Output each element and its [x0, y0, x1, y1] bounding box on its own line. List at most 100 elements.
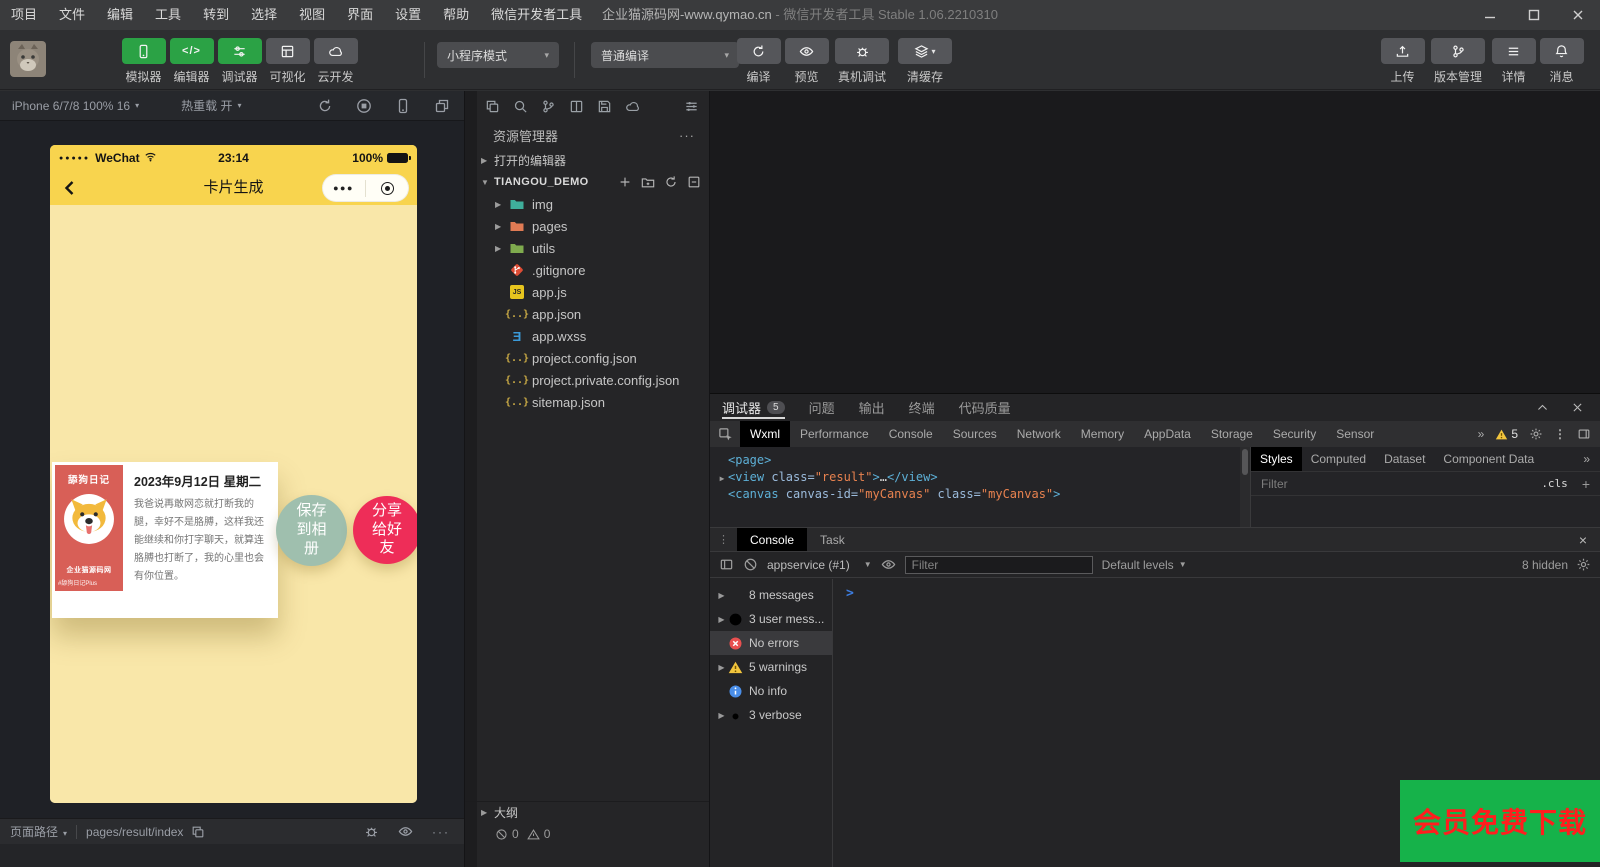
- devtools-settings-icon[interactable]: [1529, 427, 1543, 441]
- expand-arrow[interactable]: ▶: [495, 244, 509, 253]
- devtools-tab[interactable]: Sources: [943, 421, 1007, 447]
- stop-icon[interactable]: [356, 98, 372, 114]
- toolbar-right-button[interactable]: 详情: [1490, 38, 1537, 85]
- toolbar-mode-button[interactable]: 调试器: [216, 38, 263, 85]
- debugger-panel-tab[interactable]: 问题: [797, 394, 847, 421]
- share-to-friend-button[interactable]: 分享给好友: [353, 496, 417, 564]
- debugger-panel-tab[interactable]: 输出: [847, 394, 897, 421]
- warning-count-badge[interactable]: 5: [1495, 427, 1518, 441]
- outline-section[interactable]: ▶ 大纲: [465, 801, 709, 823]
- sidebar-toggle-icon[interactable]: [719, 557, 734, 572]
- console-tab[interactable]: Console: [737, 528, 808, 551]
- menu-item[interactable]: 项目: [0, 0, 48, 30]
- menu-item[interactable]: 选择: [240, 0, 288, 30]
- refresh-icon[interactable]: [664, 175, 678, 189]
- code-line[interactable]: ▶ <view class="result">…</view>: [710, 469, 1250, 486]
- collapse-panel-icon[interactable]: [1536, 401, 1549, 414]
- file-row[interactable]: ▶ img: [465, 193, 709, 215]
- menu-item[interactable]: 设置: [384, 0, 432, 30]
- devtools-tab[interactable]: Network: [1007, 421, 1071, 447]
- device-selector[interactable]: iPhone 6/7/8 100% 16 ▾: [12, 99, 139, 113]
- menu-item[interactable]: 转到: [192, 0, 240, 30]
- code-line[interactable]: <page>: [710, 452, 1250, 469]
- toolbar-action-button[interactable]: 预览: [783, 38, 830, 85]
- log-levels-select[interactable]: Default levels ▼: [1102, 558, 1187, 572]
- close-panel-icon[interactable]: [1571, 401, 1584, 414]
- multi-window-icon[interactable]: [434, 98, 450, 114]
- compile-select[interactable]: 普通编译 ▾: [591, 42, 739, 68]
- promo-banner[interactable]: 会员免费下载: [1400, 780, 1600, 862]
- console-filter-item[interactable]: No info: [710, 679, 832, 703]
- menu-item[interactable]: 工具: [144, 0, 192, 30]
- new-folder-icon[interactable]: [641, 175, 655, 189]
- pages-icon[interactable]: [485, 99, 500, 114]
- open-editors-section[interactable]: ▶ 打开的编辑器: [465, 149, 709, 171]
- copy-icon[interactable]: [191, 825, 205, 839]
- toolbar-mode-button[interactable]: </> 编辑器: [168, 38, 215, 85]
- file-row[interactable]: JS app.js: [465, 281, 709, 303]
- console-filter-item[interactable]: ▶ 8 messages: [710, 583, 832, 607]
- console-settings-icon[interactable]: [1576, 557, 1591, 572]
- search-icon[interactable]: [513, 99, 528, 114]
- debugger-panel-tab[interactable]: 终端: [897, 394, 947, 421]
- devtools-tab[interactable]: Wxml: [740, 421, 790, 447]
- bug-icon[interactable]: [364, 824, 379, 839]
- styles-tab[interactable]: Computed: [1302, 447, 1375, 471]
- clear-console-icon[interactable]: [743, 557, 758, 572]
- toolbar-mode-button[interactable]: 可视化: [264, 38, 311, 85]
- phone-icon[interactable]: [395, 98, 411, 114]
- toolbar-right-button[interactable]: 消息: [1538, 38, 1585, 85]
- save-to-album-button[interactable]: 保存到相册: [276, 495, 347, 566]
- page-path-selector[interactable]: 页面路径 ▾: [10, 823, 67, 840]
- devtools-tab[interactable]: Sensor: [1326, 421, 1384, 447]
- toolbar-mode-button[interactable]: 云开发: [312, 38, 359, 85]
- styles-filter-input[interactable]: Filter: [1261, 477, 1288, 491]
- toggle-class-button[interactable]: .cls: [1541, 477, 1568, 490]
- expand-arrow[interactable]: ▶: [716, 470, 728, 487]
- toolbar-action-button[interactable]: ▾ 清缓存: [894, 38, 956, 85]
- project-root[interactable]: ▼ TIANGOU_DEMO: [465, 171, 709, 193]
- console-filter-input[interactable]: [904, 555, 1093, 574]
- user-avatar[interactable]: [10, 41, 46, 77]
- menu-item[interactable]: 视图: [288, 0, 336, 30]
- menu-item[interactable]: 编辑: [96, 0, 144, 30]
- file-row[interactable]: ▶ utils: [465, 237, 709, 259]
- file-row[interactable]: {..} project.config.json: [465, 347, 709, 369]
- toolbar-right-button[interactable]: 版本管理: [1427, 38, 1489, 85]
- devtools-tab[interactable]: Storage: [1201, 421, 1263, 447]
- scrollbar[interactable]: [1240, 447, 1250, 527]
- cloud-icon[interactable]: [625, 99, 640, 114]
- collapse-all-icon[interactable]: [687, 175, 701, 189]
- expand-arrow[interactable]: ▶: [495, 222, 509, 231]
- menu-item[interactable]: 帮助: [432, 0, 480, 30]
- file-row[interactable]: {..} sitemap.json: [465, 391, 709, 413]
- close-button[interactable]: [1556, 0, 1600, 30]
- styles-tab[interactable]: Dataset: [1375, 447, 1434, 471]
- mode-select[interactable]: 小程序模式 ▾: [437, 42, 559, 68]
- file-row[interactable]: .gitignore: [465, 259, 709, 281]
- drag-handle-icon[interactable]: ⋮: [710, 533, 737, 546]
- maximize-button[interactable]: [1512, 0, 1556, 30]
- console-prompt[interactable]: >: [846, 586, 854, 601]
- console-filter-item[interactable]: ▶ 5 warnings: [710, 655, 832, 679]
- file-row[interactable]: {..} app.json: [465, 303, 709, 325]
- hot-reload-toggle[interactable]: 热重载 开 ▾: [181, 97, 241, 114]
- eye-icon[interactable]: [398, 824, 413, 839]
- more-menu-button[interactable]: ●●●: [322, 183, 365, 193]
- devtools-menu-icon[interactable]: ⋮: [1554, 427, 1566, 441]
- expand-arrow[interactable]: ▶: [715, 711, 728, 720]
- styles-more-tabs[interactable]: »: [1583, 452, 1600, 466]
- live-expression-eye-icon[interactable]: [881, 557, 896, 572]
- dock-side-icon[interactable]: [1577, 427, 1591, 441]
- console-filter-item[interactable]: ▶ 3 user mess...: [710, 607, 832, 631]
- execution-context-select[interactable]: appservice (#1) ▼: [767, 558, 872, 572]
- split-editor-icon[interactable]: [569, 99, 584, 114]
- file-row[interactable]: ▶ pages: [465, 215, 709, 237]
- more-tabs-button[interactable]: »: [1478, 427, 1485, 441]
- console-tab[interactable]: Task: [807, 528, 858, 551]
- toolbar-right-button[interactable]: 上传: [1379, 38, 1426, 85]
- toolbar-action-button[interactable]: 真机调试: [831, 38, 893, 85]
- styles-tab[interactable]: Styles: [1251, 447, 1302, 471]
- explorer-more-button[interactable]: ···: [679, 128, 695, 143]
- expand-arrow[interactable]: ▶: [715, 663, 728, 672]
